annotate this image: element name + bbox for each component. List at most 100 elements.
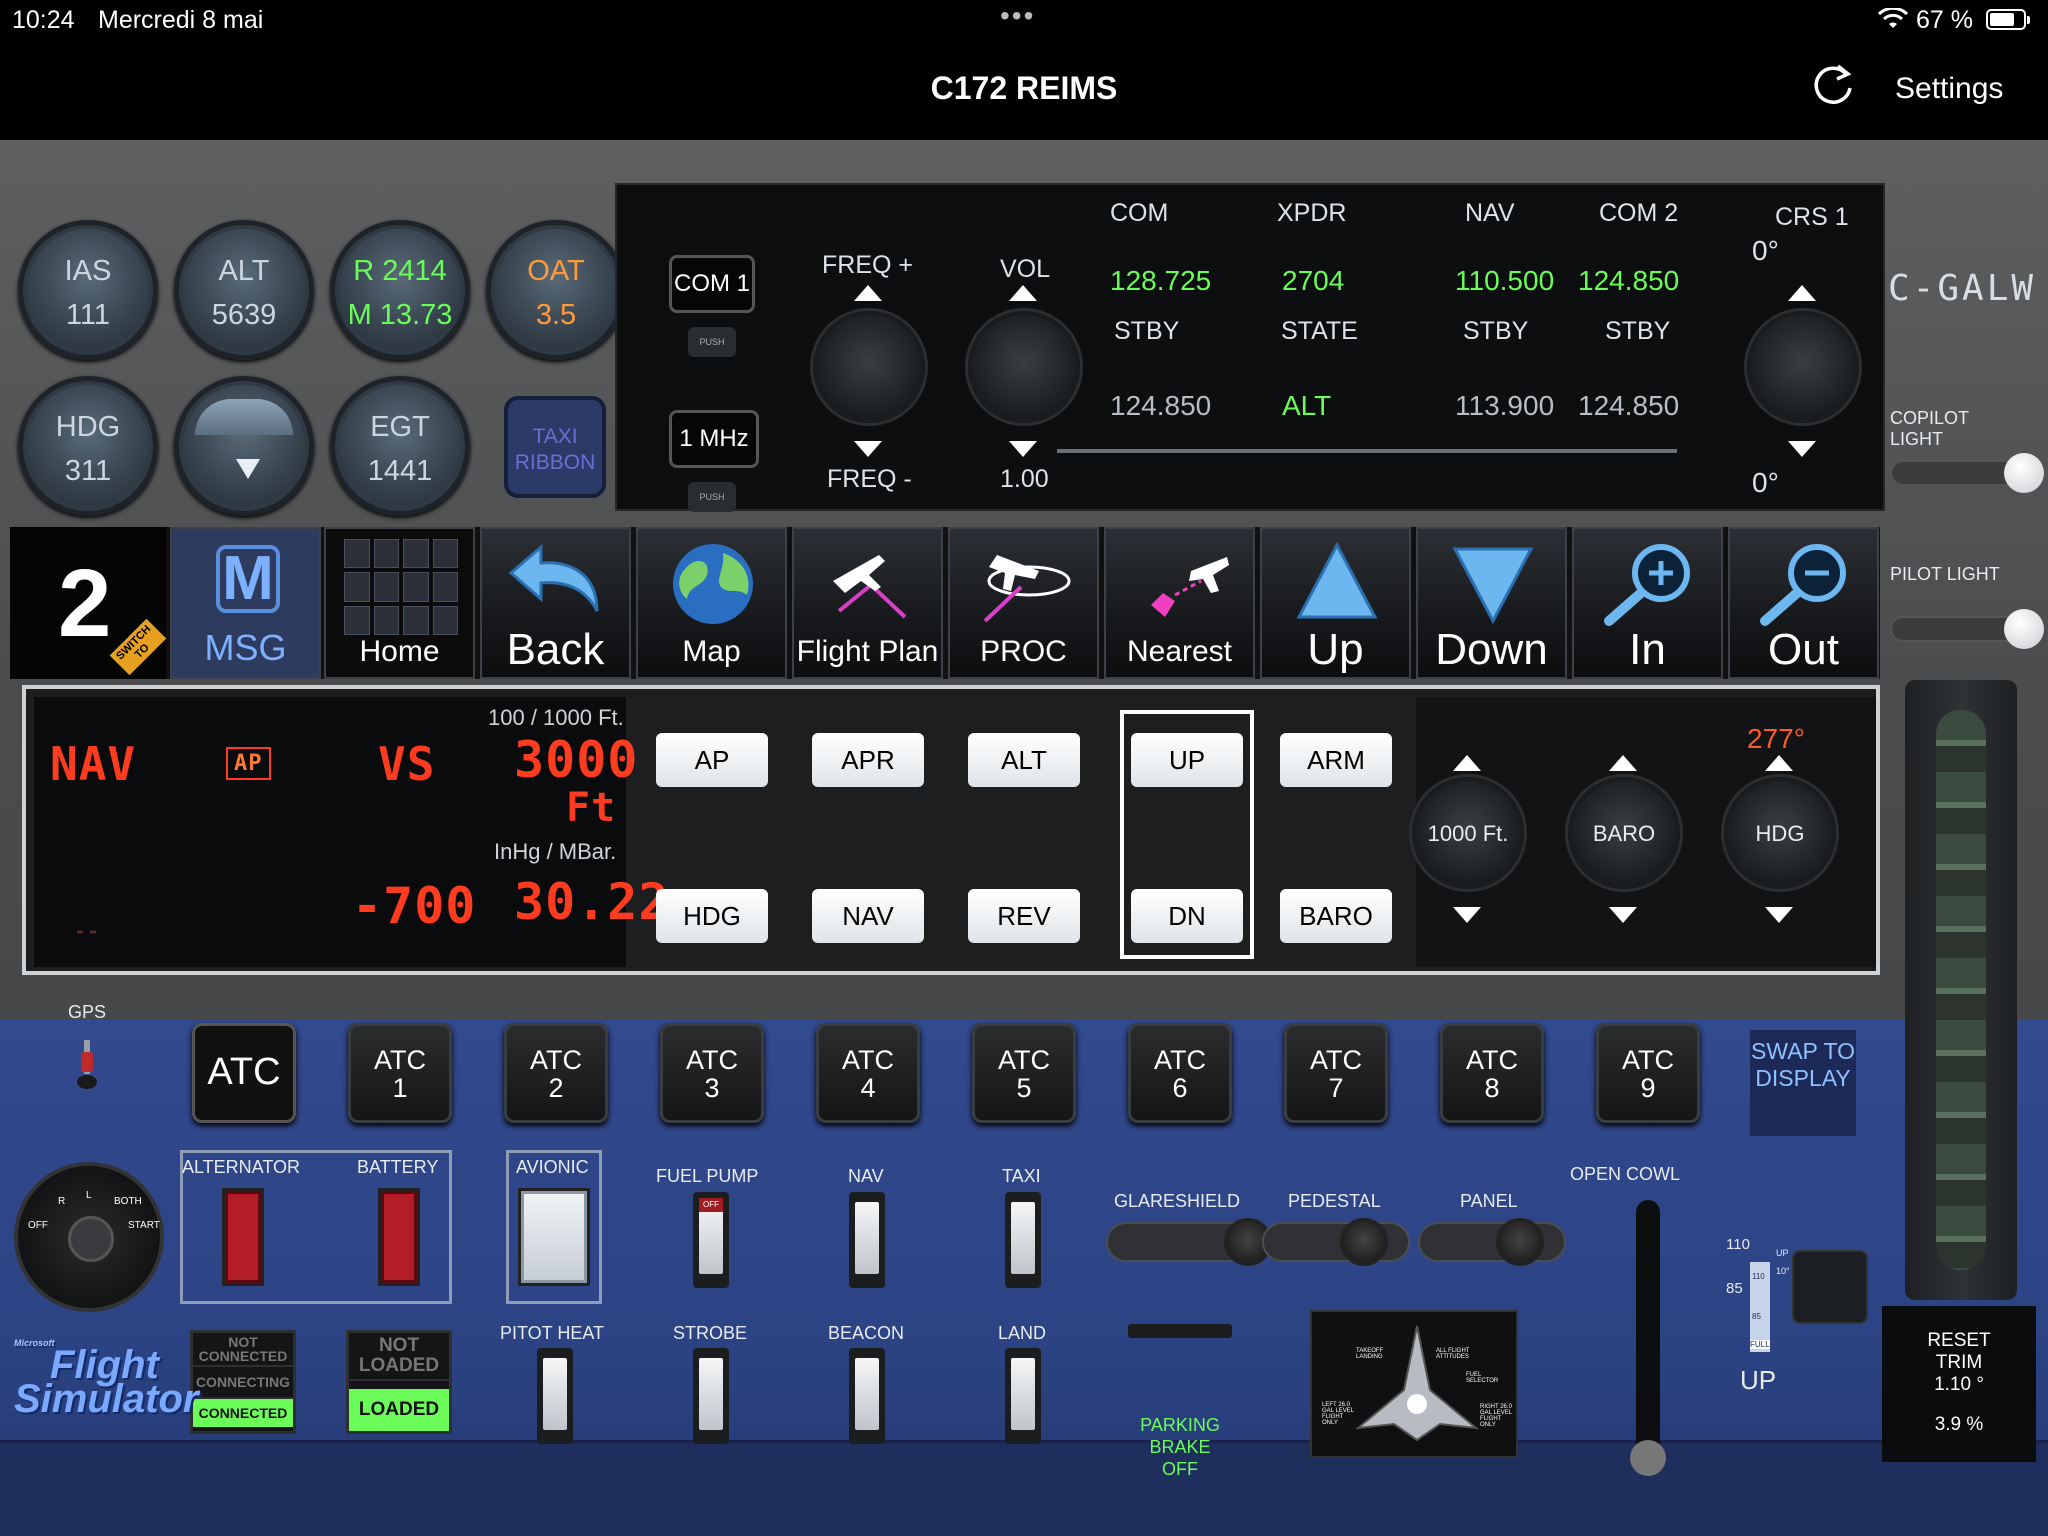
rev-button[interactable]: REV [968, 889, 1080, 943]
battery-switch[interactable] [378, 1188, 420, 1286]
atc-5-button[interactable]: ATC 5 [972, 1023, 1076, 1123]
panel-dimmer[interactable] [1418, 1218, 1566, 1266]
fuel-selector[interactable]: TAKEOFF LANDING ALL FLIGHT ATTITUDES FUE… [1310, 1310, 1518, 1458]
trim-wheel[interactable] [1936, 710, 1986, 1270]
vol-knob[interactable] [968, 311, 1080, 423]
nearest-button[interactable]: Nearest [1104, 527, 1255, 679]
oat-gauge[interactable]: OAT 3.5 [486, 220, 626, 360]
alt-knob-down-icon[interactable] [1453, 907, 1481, 923]
alt-gauge[interactable]: ALT 5639 [174, 220, 314, 360]
atc-6-button[interactable]: ATC 6 [1128, 1023, 1232, 1123]
multitask-dots-icon[interactable]: ••• [1000, 0, 1035, 32]
com2-active-freq[interactable]: 124.850 [1578, 265, 1679, 297]
xpdr-state[interactable]: ALT [1282, 390, 1331, 422]
rpm-gauge[interactable]: R 2414 M 13.73 [330, 220, 470, 360]
atc-button-label: ATC [686, 1045, 738, 1075]
freq-down-icon[interactable] [854, 441, 882, 457]
ias-gauge[interactable]: IAS 111 [18, 220, 158, 360]
gps-toggle-switch[interactable] [76, 1036, 98, 1090]
freq-up-icon[interactable] [854, 285, 882, 301]
glareshield-dimmer[interactable] [1106, 1218, 1272, 1266]
parking-brake-handle[interactable] [1128, 1324, 1232, 1338]
settings-button[interactable]: Settings [1895, 72, 2003, 106]
atc-8-button[interactable]: ATC 8 [1440, 1023, 1544, 1123]
flap-handle[interactable] [1792, 1250, 1868, 1324]
map-button[interactable]: Map [636, 527, 787, 679]
pilot-light-slider[interactable] [1890, 616, 2022, 642]
proc-button[interactable]: PROC [948, 527, 1099, 679]
baro-knob-down-icon[interactable] [1609, 907, 1637, 923]
baro-button[interactable]: BARO [1280, 889, 1392, 943]
zoom-in-button[interactable]: In [1572, 527, 1723, 679]
ap-button[interactable]: AP [656, 733, 768, 787]
atc-main-button[interactable]: ATC [192, 1023, 296, 1123]
arm-button[interactable]: ARM [1280, 733, 1392, 787]
crs-up-icon[interactable] [1788, 285, 1816, 301]
hdg-knob-down-icon[interactable] [1765, 907, 1793, 923]
down-button[interactable]: Down [1416, 527, 1567, 679]
crs-down-icon[interactable] [1788, 441, 1816, 457]
taxi-ribbon-button[interactable]: TAXI RIBBON [504, 396, 606, 498]
alt-button[interactable]: ALT [968, 733, 1080, 787]
mhz-button[interactable]: 1 MHz [669, 410, 759, 468]
atc-4-button[interactable]: ATC 4 [816, 1023, 920, 1123]
com1-button[interactable]: COM 1 [669, 255, 755, 313]
pitot-heat-switch[interactable] [537, 1348, 573, 1444]
alt-knob-up-icon[interactable] [1453, 755, 1481, 771]
apr-button[interactable]: APR [812, 733, 924, 787]
com2-standby-freq[interactable]: 124.850 [1578, 390, 1679, 422]
strobe-switch[interactable] [693, 1348, 729, 1444]
up-button[interactable]: Up [1260, 527, 1411, 679]
pedestal-dimmer[interactable] [1262, 1218, 1410, 1266]
land-light-switch[interactable] [1005, 1348, 1041, 1444]
flap-lever[interactable]: 110 85 110 85 FULL UP 10° [1706, 1236, 1868, 1360]
xpdr-code[interactable]: 2704 [1282, 265, 1344, 297]
freq-knob[interactable] [813, 311, 925, 423]
vol-down-icon[interactable] [1009, 441, 1037, 457]
page-switch-button[interactable]: 2 SWITCH TO [10, 527, 167, 679]
copilot-light-thumb[interactable] [2004, 453, 2044, 493]
nav-active-freq[interactable]: 110.500 [1455, 265, 1554, 297]
com-active-freq[interactable]: 128.725 [1110, 265, 1211, 297]
hdg-knob-up-icon[interactable] [1765, 755, 1793, 771]
hdg-gauge[interactable]: HDG 311 [18, 376, 158, 516]
copilot-light-slider[interactable] [1890, 460, 2022, 486]
attitude-gauge[interactable] [174, 376, 314, 516]
cowl-flap-track[interactable] [1636, 1200, 1660, 1470]
atc-2-button[interactable]: ATC 2 [504, 1023, 608, 1123]
refresh-icon[interactable] [1810, 62, 1856, 108]
mhz-push-button[interactable]: PUSH [688, 482, 736, 512]
egt-gauge[interactable]: EGT 1441 [330, 376, 470, 516]
com1-push-button[interactable]: PUSH [688, 327, 736, 357]
cowl-flap-thumb[interactable] [1630, 1440, 1666, 1476]
crs-knob[interactable] [1747, 311, 1859, 423]
atc-1-button[interactable]: ATC 1 [348, 1023, 452, 1123]
pedestal-knob[interactable] [1340, 1218, 1388, 1266]
home-button[interactable]: Home [324, 527, 475, 679]
avionic-switch[interactable] [518, 1188, 590, 1286]
atc-9-button[interactable]: ATC 9 [1596, 1023, 1700, 1123]
nav-button[interactable]: NAV [812, 889, 924, 943]
back-button[interactable]: Back [480, 527, 631, 679]
beacon-switch[interactable] [849, 1348, 885, 1444]
com-standby-freq[interactable]: 124.850 [1110, 390, 1211, 422]
nav-standby-freq[interactable]: 113.900 [1455, 390, 1554, 422]
nav-light-switch[interactable] [849, 1192, 885, 1288]
pilot-light-thumb[interactable] [2004, 609, 2044, 649]
atc-7-button[interactable]: ATC 7 [1284, 1023, 1388, 1123]
flight-plan-button[interactable]: Flight Plan [792, 527, 943, 679]
hdg-label: HDG [55, 411, 121, 443]
fuel-pump-switch[interactable]: OFF [693, 1192, 729, 1288]
zoom-out-button[interactable]: Out [1728, 527, 1879, 679]
taxi-light-switch[interactable] [1005, 1192, 1041, 1288]
atc-3-button[interactable]: ATC 3 [660, 1023, 764, 1123]
baro-knob-up-icon[interactable] [1609, 755, 1637, 771]
vol-up-icon[interactable] [1009, 285, 1037, 301]
reset-trim-button[interactable]: RESET TRIM 1.10 ° 3.9 % [1882, 1306, 2036, 1462]
msg-button[interactable]: M MSG [170, 527, 321, 679]
swap-to-display-button[interactable]: SWAP TO DISPLAY [1750, 1030, 1856, 1136]
alternator-switch[interactable] [222, 1188, 264, 1286]
ignition-switch[interactable]: OFF R L BOTH START [14, 1162, 164, 1312]
panel-knob[interactable] [1496, 1218, 1544, 1266]
hdg-button[interactable]: HDG [656, 889, 768, 943]
